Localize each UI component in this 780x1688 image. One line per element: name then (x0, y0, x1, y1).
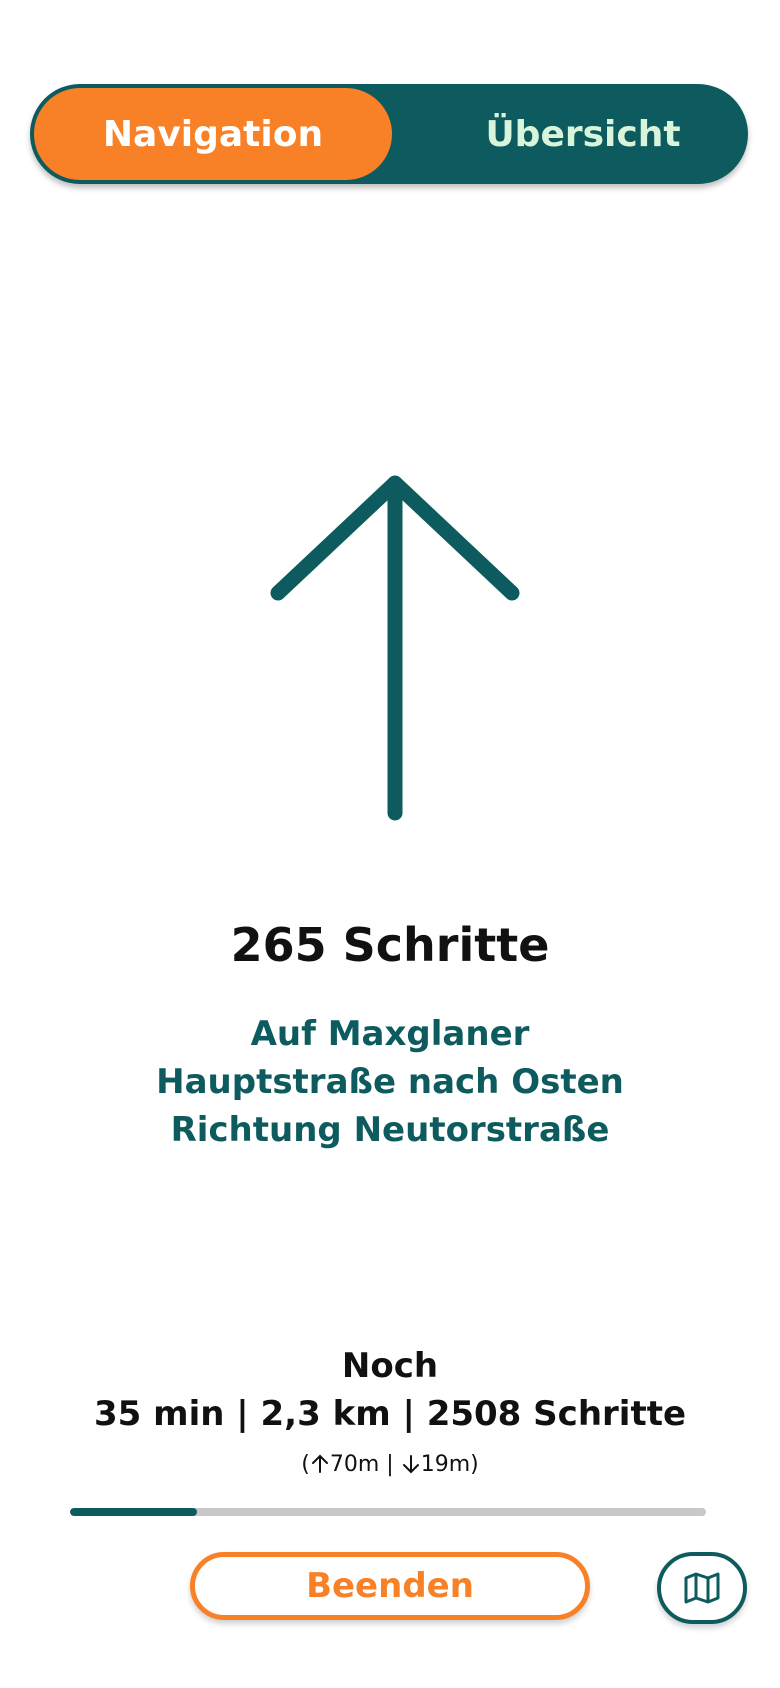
arrow-up-icon (270, 475, 520, 821)
route-progress-bar (70, 1508, 706, 1516)
remaining-label: Noch (341, 1346, 439, 1386)
tab-navigation[interactable]: Navigation (34, 88, 392, 180)
route-progress-fill (70, 1508, 198, 1516)
instruction-line: Hauptstraße nach Osten (156, 1062, 624, 1102)
elevation-down: 19m (420, 1452, 471, 1477)
step-count: 265 Schritte (230, 918, 550, 972)
elevation-close: ) (470, 1452, 479, 1477)
end-navigation-button[interactable]: Beenden (190, 1552, 590, 1620)
elevation-open: ( (301, 1452, 310, 1477)
instruction-line: Richtung Neutorstraße (170, 1110, 610, 1150)
elevation-info: (70m | 19m) (0, 1452, 780, 1477)
map-icon (684, 1572, 720, 1604)
instruction-line: Auf Maxglaner (250, 1014, 530, 1054)
elevation-up: 70m (329, 1452, 380, 1477)
elevation-separator: | (379, 1452, 401, 1477)
mode-toggle: Navigation Übersicht (30, 84, 748, 184)
arrow-down-small-icon (402, 1455, 419, 1474)
arrow-up-small-icon (311, 1454, 328, 1473)
map-button[interactable] (657, 1552, 747, 1624)
remaining-stats: 35 min | 2,3 km | 2508 Schritte (93, 1394, 687, 1434)
tab-overview[interactable]: Übersicht (422, 88, 744, 180)
direction-instruction: Auf Maxglaner Hauptstraße nach Osten Ric… (150, 1010, 630, 1154)
